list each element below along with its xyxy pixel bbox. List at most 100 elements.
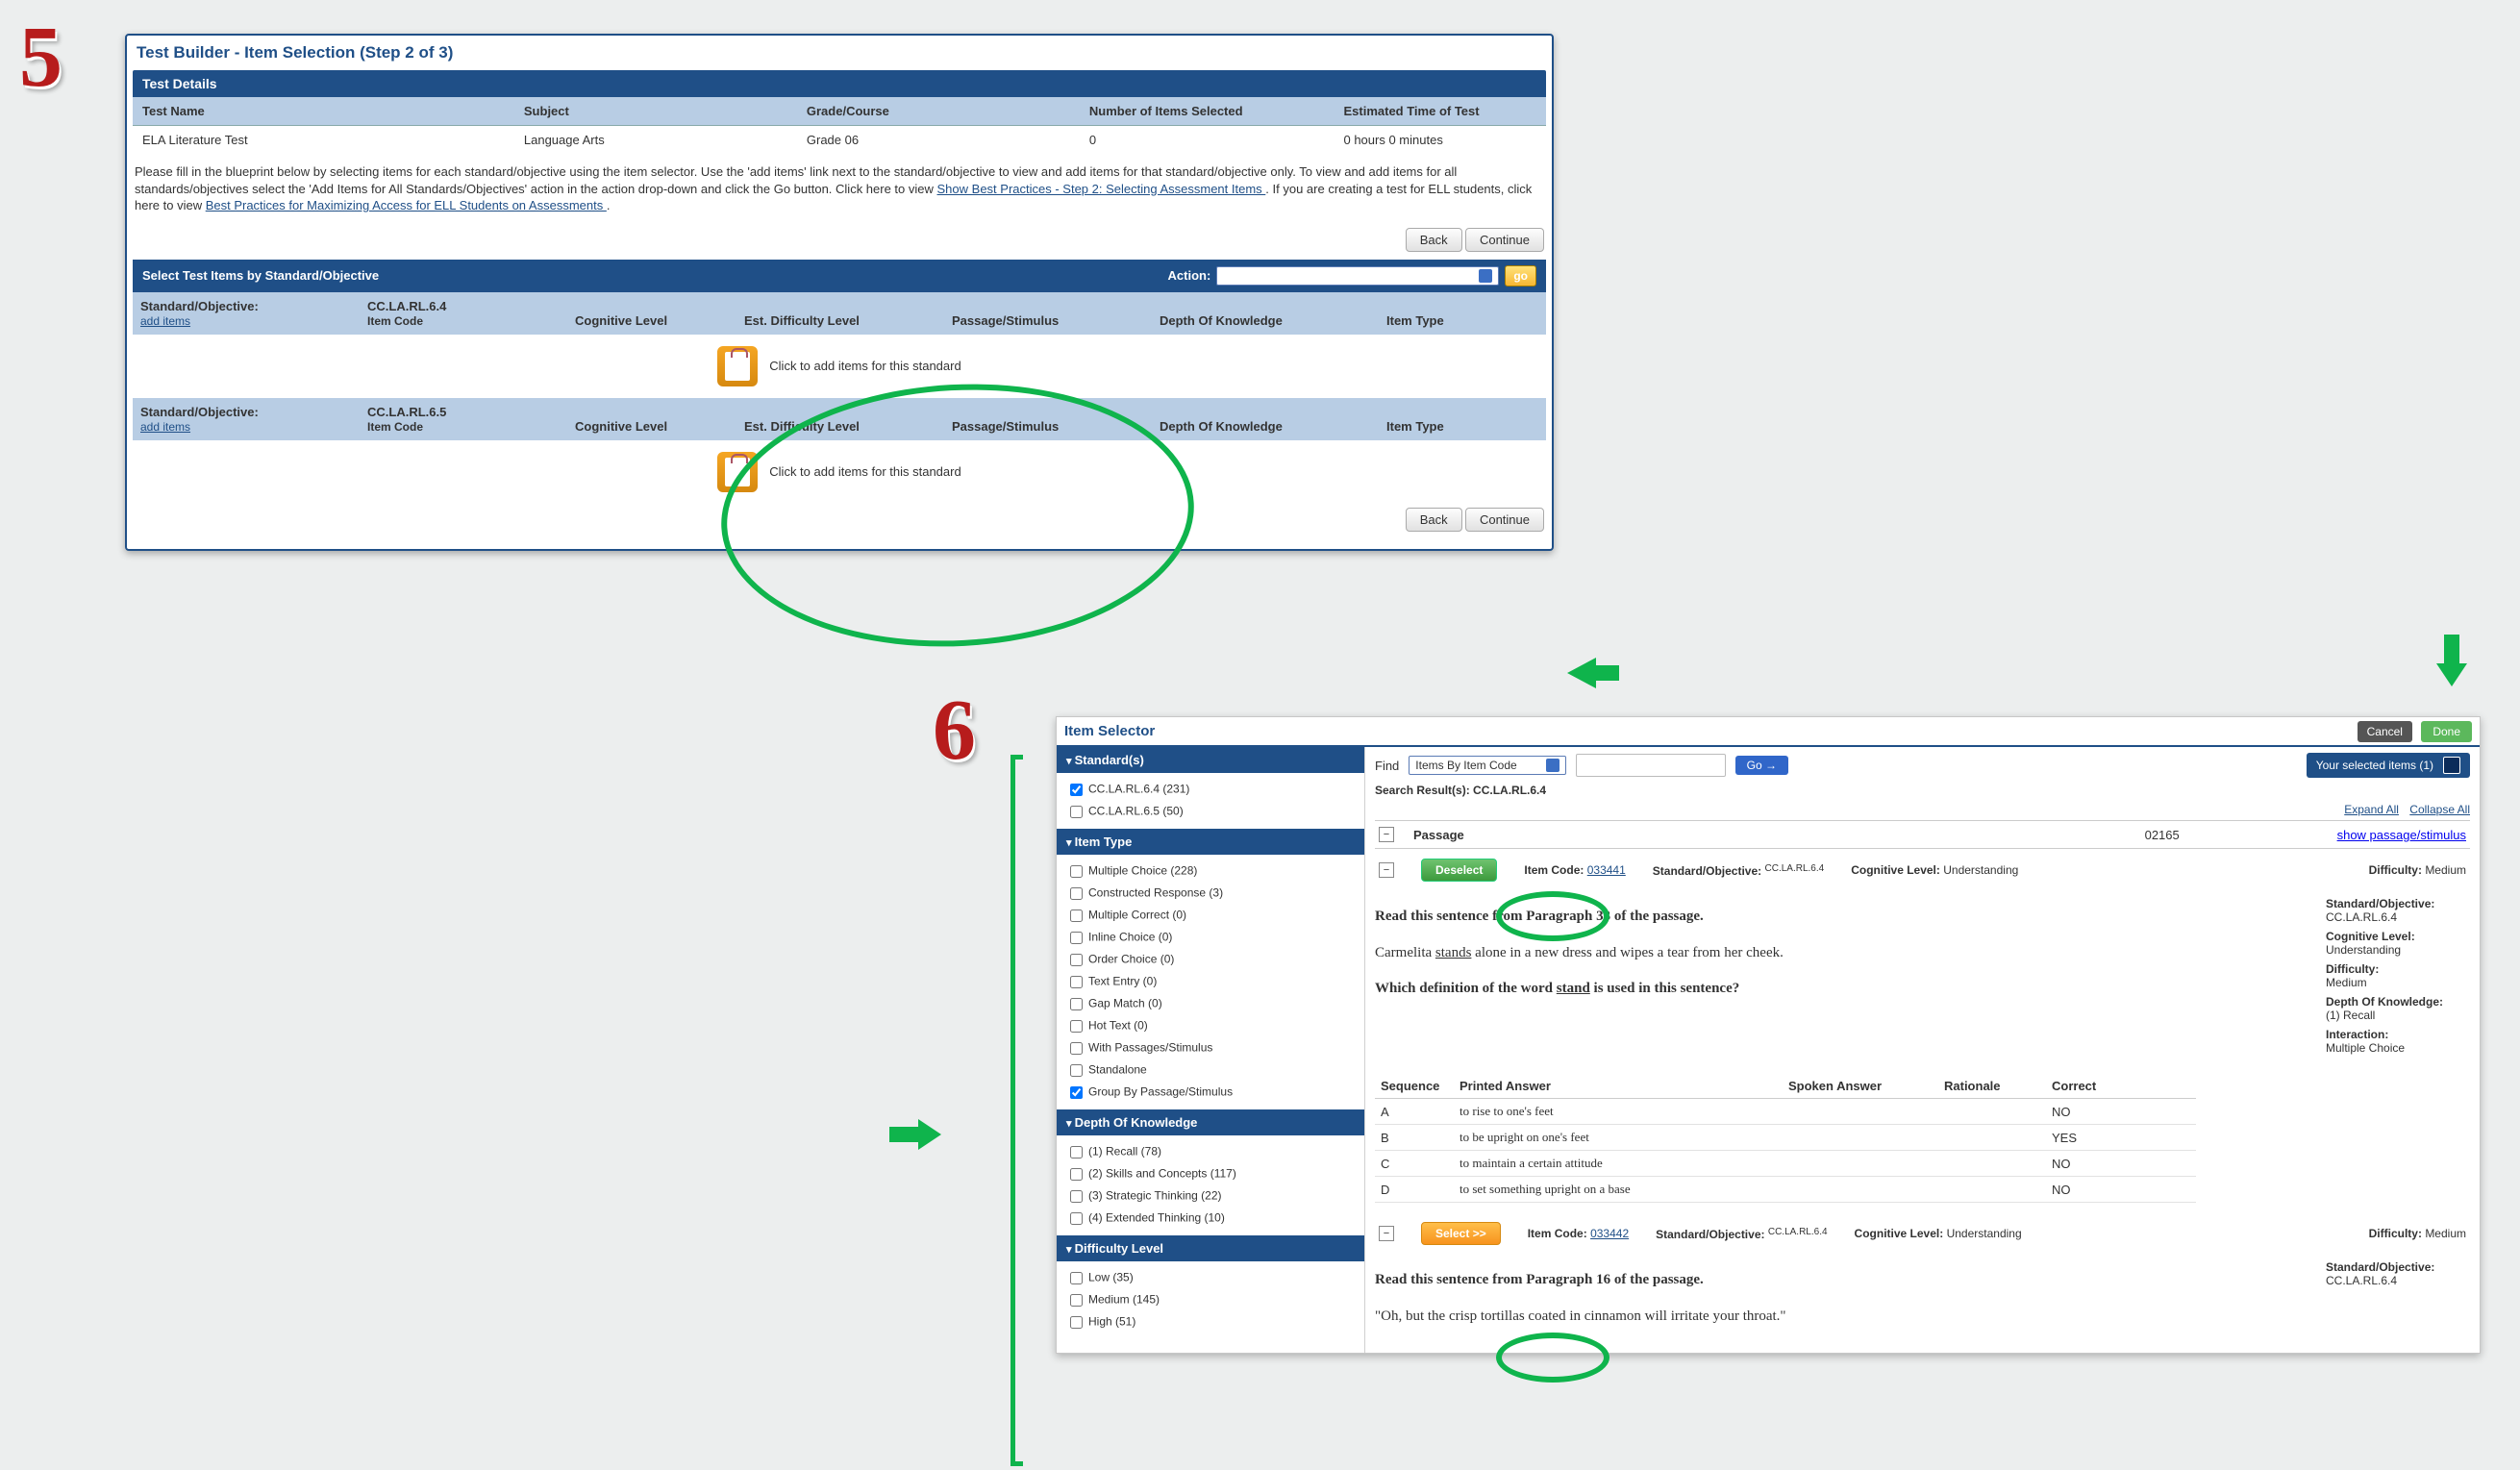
val-grade: Grade 06 [797,126,1080,155]
filter-checkbox[interactable] [1070,1294,1083,1307]
show-passage-link[interactable]: show passage/stimulus [2337,828,2466,842]
col-cognitive: Cognitive Level [567,292,736,335]
filter-checkbox[interactable] [1070,806,1083,818]
filter-option[interactable]: (4) Extended Thinking (10) [1066,1208,1355,1230]
filter-checkbox[interactable] [1070,1272,1083,1284]
answers-table: Sequence Printed Answer Spoken Answer Ra… [1375,1074,2196,1203]
filter-option[interactable]: CC.LA.RL.6.5 (50) [1066,801,1355,823]
filter-checkbox[interactable] [1070,1146,1083,1159]
filter-checkbox[interactable] [1070,1168,1083,1181]
filter-checkbox[interactable] [1070,1086,1083,1099]
back-button-bottom[interactable]: Back [1406,508,1462,532]
continue-button-bottom[interactable]: Continue [1465,508,1544,532]
filter-option[interactable]: Text Entry (0) [1066,971,1355,993]
clipboard-icon [717,452,758,492]
link-ell-practices[interactable]: Best Practices for Maximizing Access for… [206,198,607,212]
filter-checkbox[interactable] [1070,887,1083,900]
selected-items-button[interactable]: Your selected items (1) [2307,753,2470,778]
std-value: CC.LA.RL.6.4 [1765,863,1825,874]
filter-option[interactable]: Inline Choice (0) [1066,927,1355,949]
filter-standards-header[interactable]: Standard(s) [1057,747,1364,773]
passage-row: − Passage 02165 show passage/stimulus [1375,820,2470,849]
filter-checkbox[interactable] [1070,932,1083,944]
q-prompt: Which definition of the word [1375,981,1557,996]
action-select[interactable]: Select [1216,266,1499,286]
filter-option[interactable]: Constructed Response (3) [1066,883,1355,905]
filter-option[interactable]: Hot Text (0) [1066,1015,1355,1037]
filter-checkbox[interactable] [1070,1316,1083,1329]
click-to-add-row[interactable]: Click to add items for this standard [133,440,1546,504]
filter-checkbox[interactable] [1070,1042,1083,1055]
filter-checkbox[interactable] [1070,909,1083,922]
q-underlined: stands [1435,945,1472,960]
link-best-practices[interactable]: Show Best Practices - Step 2: Selecting … [937,182,1266,196]
filter-option[interactable]: (1) Recall (78) [1066,1141,1355,1163]
filter-option[interactable]: High (51) [1066,1311,1355,1333]
click-to-add-row[interactable]: Click to add items for this standard [133,335,1546,398]
cog-value: Understanding [1943,863,2018,877]
filter-option[interactable]: With Passages/Stimulus [1066,1037,1355,1059]
filter-option[interactable]: (3) Strategic Thinking (22) [1066,1185,1355,1208]
find-select-value: Items By Item Code [1415,759,1516,772]
itemcode-link[interactable]: 033442 [1590,1227,1629,1240]
diff-label: Difficulty: [2369,1227,2422,1240]
filter-itemtype-header[interactable]: Item Type [1057,829,1364,855]
q-text: "Oh, but the crisp tortillas coated in c… [1375,1306,2307,1328]
continue-button[interactable]: Continue [1465,228,1544,252]
filter-difficulty-header[interactable]: Difficulty Level [1057,1235,1364,1261]
val-time: 0 hours 0 minutes [1334,126,1546,155]
filter-option[interactable]: Gap Match (0) [1066,993,1355,1015]
col-cognitive: Cognitive Level [567,398,736,440]
cancel-button[interactable]: Cancel [2358,721,2412,742]
question-text: Read this sentence from Paragraph 33 of … [1375,891,2307,1055]
filter-option[interactable]: (2) Skills and Concepts (117) [1066,1163,1355,1185]
filter-option-group[interactable]: Group By Passage/Stimulus [1066,1082,1355,1104]
filter-checkbox[interactable] [1070,1064,1083,1077]
col-spoken: Spoken Answer [1783,1074,1938,1099]
filter-checkbox[interactable] [1070,976,1083,988]
diff-value: Medium [2425,1227,2466,1240]
col-itemtype: Item Type [1379,398,1546,440]
filter-checkbox[interactable] [1070,998,1083,1010]
test-builder-panel: Test Builder - Item Selection (Step 2 of… [125,34,1554,551]
filter-option[interactable]: Order Choice (0) [1066,949,1355,971]
std-label: Standard/Objective: [1653,864,1761,878]
passage-code: 02165 [2145,828,2337,842]
itemcode-link[interactable]: 033441 [1587,863,1626,877]
find-go-button[interactable]: Go → [1735,756,1788,775]
filter-checkbox[interactable] [1070,1020,1083,1033]
go-button[interactable]: go [1505,265,1536,287]
filter-checkbox[interactable] [1070,1190,1083,1203]
collapse-all-link[interactable]: Collapse All [2409,803,2470,816]
find-input[interactable] [1576,754,1726,777]
add-items-link[interactable]: add items [140,314,352,328]
filter-option[interactable]: Medium (145) [1066,1289,1355,1311]
filter-option[interactable]: Multiple Choice (228) [1066,860,1355,883]
filter-option[interactable]: Standalone [1066,1059,1355,1082]
filter-checkbox[interactable] [1070,954,1083,966]
col-testname: Test Name [133,97,514,126]
action-select-value: Select [1223,269,1257,283]
filter-option[interactable]: Multiple Correct (0) [1066,905,1355,927]
select-button[interactable]: Select >> [1421,1222,1501,1245]
col-passage: Passage/Stimulus [944,398,1152,440]
filter-option[interactable]: CC.LA.RL.6.4 (231) [1066,779,1355,801]
filter-checkbox[interactable] [1070,865,1083,878]
itemcode-label: Item Code: [1528,1227,1587,1240]
filter-checkbox[interactable] [1070,1212,1083,1225]
filter-dok-header[interactable]: Depth Of Knowledge [1057,1109,1364,1135]
meta-diff-label: Difficulty: [2326,962,2470,976]
collapse-icon[interactable]: − [1379,1226,1394,1241]
back-button[interactable]: Back [1406,228,1462,252]
deselect-button[interactable]: Deselect [1421,859,1497,882]
col-dok: Depth Of Knowledge [1152,292,1379,335]
diff-label: Difficulty: [2369,863,2422,877]
collapse-icon[interactable]: − [1379,827,1394,842]
filter-option[interactable]: Low (35) [1066,1267,1355,1289]
done-button[interactable]: Done [2421,721,2472,742]
filter-checkbox[interactable] [1070,784,1083,796]
add-items-link[interactable]: add items [140,420,352,434]
collapse-icon[interactable]: − [1379,862,1394,878]
find-select[interactable]: Items By Item Code [1409,756,1565,775]
expand-all-link[interactable]: Expand All [2344,803,2399,816]
